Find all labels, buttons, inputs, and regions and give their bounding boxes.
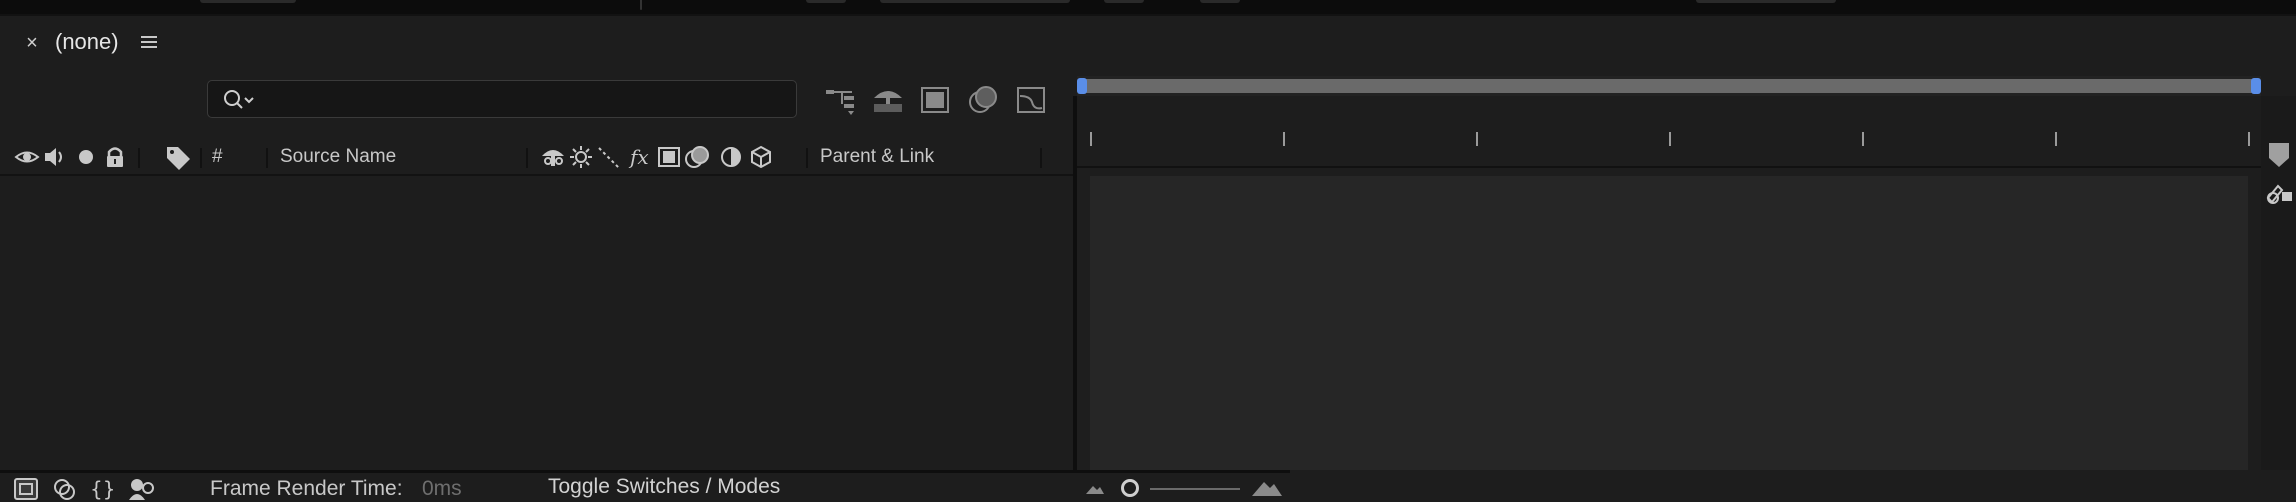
marker-bin-icon[interactable]	[2268, 142, 2290, 168]
column-source-name[interactable]: Source Name	[280, 146, 396, 168]
column-parent-link[interactable]: Parent & Link	[820, 146, 934, 168]
top-panel-strip	[0, 0, 2296, 14]
eye-icon[interactable]	[14, 144, 40, 170]
frame-blending-icon[interactable]	[656, 144, 682, 170]
comp-button-icon[interactable]	[2264, 180, 2294, 206]
ruler-tick	[2055, 132, 2057, 146]
3d-layer-icon[interactable]	[748, 144, 774, 170]
search-icon[interactable]	[222, 88, 256, 112]
ruler-tick	[1669, 132, 1671, 146]
top-strip-divider	[640, 0, 642, 10]
ruler-tick	[1476, 132, 1478, 146]
ruler-tick	[1283, 132, 1285, 146]
search-input[interactable]	[256, 81, 790, 119]
top-strip-segment	[1104, 0, 1144, 3]
zoom-slider-knob[interactable]	[1121, 479, 1139, 497]
motion-blur-icon[interactable]	[964, 82, 1004, 118]
panel-divider	[0, 14, 2296, 16]
motion-blur-icon[interactable]	[684, 144, 710, 170]
column-separator[interactable]	[138, 148, 140, 168]
work-area-bar[interactable]	[1080, 79, 2257, 93]
transfer-controls-toggle-icon[interactable]	[50, 476, 78, 502]
frame-render-time-label: Frame Render Time:	[210, 477, 403, 500]
render-time-toggle-icon[interactable]	[126, 476, 154, 502]
graph-editor-icon[interactable]	[1012, 82, 1052, 118]
frame-render-time-value: 0ms	[422, 477, 462, 500]
quality-icon[interactable]	[596, 144, 622, 170]
collapse-transformations-icon[interactable]	[568, 144, 594, 170]
column-separator[interactable]	[1040, 148, 1042, 168]
ruler-tick	[1090, 132, 1092, 146]
layer-switches-toggle-icon[interactable]	[12, 476, 40, 502]
ruler-tick	[1862, 132, 1864, 146]
panel-title[interactable]: (none)	[55, 29, 119, 55]
adjustment-layer-icon[interactable]	[718, 144, 744, 170]
speaker-icon[interactable]	[42, 144, 68, 170]
column-separator[interactable]	[266, 148, 268, 168]
solo-dot-icon[interactable]	[74, 144, 100, 170]
search-field[interactable]	[207, 80, 797, 119]
top-strip-segment	[880, 0, 1070, 3]
frame-blending-icon[interactable]	[916, 82, 956, 118]
column-separator[interactable]	[526, 148, 528, 168]
svg-text:fx: fx	[628, 145, 649, 169]
close-tab-button[interactable]: ×	[22, 33, 42, 53]
top-strip-segment	[806, 0, 846, 3]
draft-3d-icon[interactable]	[868, 82, 908, 118]
effects-icon[interactable]: fx	[628, 144, 654, 170]
zoom-in-icon[interactable]	[1250, 478, 1284, 498]
lock-icon[interactable]	[102, 144, 128, 170]
label-tag-icon[interactable]	[164, 144, 190, 170]
top-strip-segment	[1200, 0, 1240, 3]
timeline-area[interactable]	[1090, 176, 2248, 470]
shy-icon[interactable]	[540, 144, 566, 170]
zoom-out-icon[interactable]	[1084, 482, 1106, 496]
column-number[interactable]: #	[212, 146, 223, 168]
svg-text:{}: {}	[90, 477, 115, 501]
work-area-start-handle[interactable]	[1077, 78, 1087, 94]
top-strip-segment	[200, 0, 296, 3]
in-out-toggle-icon[interactable]: {}	[88, 476, 116, 502]
ruler-tick	[2248, 132, 2250, 146]
composition-flowchart-icon[interactable]	[822, 82, 862, 118]
hamburger-menu-icon[interactable]	[140, 32, 158, 52]
work-area-end-handle[interactable]	[2251, 78, 2261, 94]
zoom-slider-track[interactable]	[1150, 488, 1240, 490]
top-strip-segment	[1696, 0, 1836, 3]
ruler-divider	[1077, 166, 2261, 168]
column-separator[interactable]	[806, 148, 808, 168]
column-separator[interactable]	[200, 148, 202, 168]
layer-list[interactable]	[0, 176, 1073, 470]
toggle-switches-modes-button[interactable]: Toggle Switches / Modes	[548, 475, 780, 499]
timeline-left-gutter	[1077, 168, 1090, 470]
